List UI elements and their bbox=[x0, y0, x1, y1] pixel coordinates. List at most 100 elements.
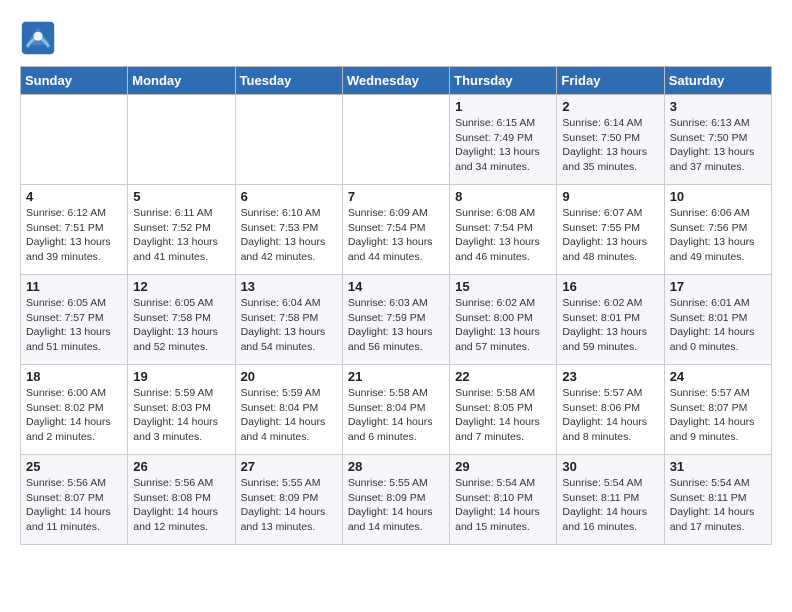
day-number: 10 bbox=[670, 189, 766, 204]
cell-info: Sunrise: 5:58 AM Sunset: 8:04 PM Dayligh… bbox=[348, 386, 444, 445]
cell-info: Sunrise: 6:13 AM Sunset: 7:50 PM Dayligh… bbox=[670, 116, 766, 175]
calendar-cell: 1 Sunrise: 6:15 AM Sunset: 7:49 PM Daylig… bbox=[450, 95, 557, 185]
cell-info: Sunrise: 6:06 AM Sunset: 7:56 PM Dayligh… bbox=[670, 206, 766, 265]
calendar-cell: 19 Sunrise: 5:59 AM Sunset: 8:03 PM Dayli… bbox=[128, 365, 235, 455]
day-number: 18 bbox=[26, 369, 122, 384]
calendar-cell: 18 Sunrise: 6:00 AM Sunset: 8:02 PM Dayli… bbox=[21, 365, 128, 455]
day-number: 25 bbox=[26, 459, 122, 474]
calendar-cell bbox=[21, 95, 128, 185]
day-number: 15 bbox=[455, 279, 551, 294]
calendar-cell: 5 Sunrise: 6:11 AM Sunset: 7:52 PM Daylig… bbox=[128, 185, 235, 275]
cell-info: Sunrise: 5:57 AM Sunset: 8:06 PM Dayligh… bbox=[562, 386, 658, 445]
calendar-cell: 12 Sunrise: 6:05 AM Sunset: 7:58 PM Dayli… bbox=[128, 275, 235, 365]
cell-info: Sunrise: 6:02 AM Sunset: 8:00 PM Dayligh… bbox=[455, 296, 551, 355]
cell-info: Sunrise: 6:01 AM Sunset: 8:01 PM Dayligh… bbox=[670, 296, 766, 355]
calendar-header: SundayMondayTuesdayWednesdayThursdayFrid… bbox=[21, 67, 772, 95]
cell-info: Sunrise: 6:11 AM Sunset: 7:52 PM Dayligh… bbox=[133, 206, 229, 265]
cell-info: Sunrise: 5:55 AM Sunset: 8:09 PM Dayligh… bbox=[241, 476, 337, 535]
cell-info: Sunrise: 5:54 AM Sunset: 8:11 PM Dayligh… bbox=[670, 476, 766, 535]
calendar-week-row: 4 Sunrise: 6:12 AM Sunset: 7:51 PM Daylig… bbox=[21, 185, 772, 275]
calendar-cell: 26 Sunrise: 5:56 AM Sunset: 8:08 PM Dayli… bbox=[128, 455, 235, 545]
cell-info: Sunrise: 6:07 AM Sunset: 7:55 PM Dayligh… bbox=[562, 206, 658, 265]
cell-info: Sunrise: 5:54 AM Sunset: 8:11 PM Dayligh… bbox=[562, 476, 658, 535]
cell-info: Sunrise: 6:08 AM Sunset: 7:54 PM Dayligh… bbox=[455, 206, 551, 265]
calendar-cell: 16Sunrise: 6:02 AM Sunset: 8:01 PM Dayli… bbox=[557, 275, 664, 365]
cell-info: Sunrise: 6:02 AM Sunset: 8:01 PM Dayligh… bbox=[562, 296, 658, 355]
day-number: 7 bbox=[348, 189, 444, 204]
cell-info: Sunrise: 5:56 AM Sunset: 8:08 PM Dayligh… bbox=[133, 476, 229, 535]
day-number: 24 bbox=[670, 369, 766, 384]
calendar-week-row: 11Sunrise: 6:05 AM Sunset: 7:57 PM Dayli… bbox=[21, 275, 772, 365]
cell-info: Sunrise: 5:55 AM Sunset: 8:09 PM Dayligh… bbox=[348, 476, 444, 535]
calendar-cell: 23Sunrise: 5:57 AM Sunset: 8:06 PM Dayli… bbox=[557, 365, 664, 455]
calendar-cell: 9 Sunrise: 6:07 AM Sunset: 7:55 PM Daylig… bbox=[557, 185, 664, 275]
calendar-cell: 2 Sunrise: 6:14 AM Sunset: 7:50 PM Daylig… bbox=[557, 95, 664, 185]
cell-info: Sunrise: 6:00 AM Sunset: 8:02 PM Dayligh… bbox=[26, 386, 122, 445]
day-number: 8 bbox=[455, 189, 551, 204]
day-number: 3 bbox=[670, 99, 766, 114]
day-number: 14 bbox=[348, 279, 444, 294]
day-number: 30 bbox=[562, 459, 658, 474]
cell-info: Sunrise: 5:59 AM Sunset: 8:03 PM Dayligh… bbox=[133, 386, 229, 445]
cell-info: Sunrise: 6:15 AM Sunset: 7:49 PM Dayligh… bbox=[455, 116, 551, 175]
weekday-header: Saturday bbox=[664, 67, 771, 95]
weekday-header: Sunday bbox=[21, 67, 128, 95]
cell-info: Sunrise: 6:05 AM Sunset: 7:58 PM Dayligh… bbox=[133, 296, 229, 355]
day-number: 4 bbox=[26, 189, 122, 204]
cell-info: Sunrise: 5:59 AM Sunset: 8:04 PM Dayligh… bbox=[241, 386, 337, 445]
calendar-cell: 31Sunrise: 5:54 AM Sunset: 8:11 PM Dayli… bbox=[664, 455, 771, 545]
logo-icon bbox=[20, 20, 56, 56]
calendar-cell: 28 Sunrise: 5:55 AM Sunset: 8:09 PM Dayli… bbox=[342, 455, 449, 545]
calendar-cell: 7Sunrise: 6:09 AM Sunset: 7:54 PM Daylig… bbox=[342, 185, 449, 275]
calendar-cell: 8 Sunrise: 6:08 AM Sunset: 7:54 PM Daylig… bbox=[450, 185, 557, 275]
cell-info: Sunrise: 5:58 AM Sunset: 8:05 PM Dayligh… bbox=[455, 386, 551, 445]
day-number: 5 bbox=[133, 189, 229, 204]
day-number: 6 bbox=[241, 189, 337, 204]
day-number: 20 bbox=[241, 369, 337, 384]
calendar-week-row: 1 Sunrise: 6:15 AM Sunset: 7:49 PM Daylig… bbox=[21, 95, 772, 185]
calendar-cell: 22 Sunrise: 5:58 AM Sunset: 8:05 PM Dayli… bbox=[450, 365, 557, 455]
cell-info: Sunrise: 5:57 AM Sunset: 8:07 PM Dayligh… bbox=[670, 386, 766, 445]
day-number: 26 bbox=[133, 459, 229, 474]
calendar-cell: 20 Sunrise: 5:59 AM Sunset: 8:04 PM Dayli… bbox=[235, 365, 342, 455]
day-number: 22 bbox=[455, 369, 551, 384]
calendar-cell: 30 Sunrise: 5:54 AM Sunset: 8:11 PM Dayli… bbox=[557, 455, 664, 545]
calendar-cell: 6 Sunrise: 6:10 AM Sunset: 7:53 PM Daylig… bbox=[235, 185, 342, 275]
day-number: 13 bbox=[241, 279, 337, 294]
day-number: 19 bbox=[133, 369, 229, 384]
page-header bbox=[20, 20, 772, 56]
weekday-header: Monday bbox=[128, 67, 235, 95]
cell-info: Sunrise: 6:03 AM Sunset: 7:59 PM Dayligh… bbox=[348, 296, 444, 355]
calendar-cell: 10 Sunrise: 6:06 AM Sunset: 7:56 PM Dayli… bbox=[664, 185, 771, 275]
calendar-cell: 14 Sunrise: 6:03 AM Sunset: 7:59 PM Dayli… bbox=[342, 275, 449, 365]
calendar-cell: 21 Sunrise: 5:58 AM Sunset: 8:04 PM Dayli… bbox=[342, 365, 449, 455]
calendar-body: 1 Sunrise: 6:15 AM Sunset: 7:49 PM Daylig… bbox=[21, 95, 772, 545]
day-number: 1 bbox=[455, 99, 551, 114]
day-number: 28 bbox=[348, 459, 444, 474]
calendar-week-row: 25Sunrise: 5:56 AM Sunset: 8:07 PM Dayli… bbox=[21, 455, 772, 545]
calendar-cell: 4 Sunrise: 6:12 AM Sunset: 7:51 PM Daylig… bbox=[21, 185, 128, 275]
cell-info: Sunrise: 6:14 AM Sunset: 7:50 PM Dayligh… bbox=[562, 116, 658, 175]
cell-info: Sunrise: 5:54 AM Sunset: 8:10 PM Dayligh… bbox=[455, 476, 551, 535]
day-number: 27 bbox=[241, 459, 337, 474]
day-number: 12 bbox=[133, 279, 229, 294]
day-number: 9 bbox=[562, 189, 658, 204]
cell-info: Sunrise: 6:12 AM Sunset: 7:51 PM Dayligh… bbox=[26, 206, 122, 265]
calendar-cell: 29 Sunrise: 5:54 AM Sunset: 8:10 PM Dayli… bbox=[450, 455, 557, 545]
day-number: 17 bbox=[670, 279, 766, 294]
calendar-week-row: 18 Sunrise: 6:00 AM Sunset: 8:02 PM Dayli… bbox=[21, 365, 772, 455]
calendar-cell: 25Sunrise: 5:56 AM Sunset: 8:07 PM Dayli… bbox=[21, 455, 128, 545]
day-number: 21 bbox=[348, 369, 444, 384]
weekday-header: Friday bbox=[557, 67, 664, 95]
logo bbox=[20, 20, 62, 56]
calendar-cell bbox=[235, 95, 342, 185]
day-number: 29 bbox=[455, 459, 551, 474]
calendar-cell: 13Sunrise: 6:04 AM Sunset: 7:58 PM Dayli… bbox=[235, 275, 342, 365]
weekday-header: Wednesday bbox=[342, 67, 449, 95]
cell-info: Sunrise: 6:10 AM Sunset: 7:53 PM Dayligh… bbox=[241, 206, 337, 265]
calendar-table: SundayMondayTuesdayWednesdayThursdayFrid… bbox=[20, 66, 772, 545]
day-number: 2 bbox=[562, 99, 658, 114]
calendar-cell: 15 Sunrise: 6:02 AM Sunset: 8:00 PM Dayli… bbox=[450, 275, 557, 365]
cell-info: Sunrise: 6:05 AM Sunset: 7:57 PM Dayligh… bbox=[26, 296, 122, 355]
calendar-cell bbox=[342, 95, 449, 185]
